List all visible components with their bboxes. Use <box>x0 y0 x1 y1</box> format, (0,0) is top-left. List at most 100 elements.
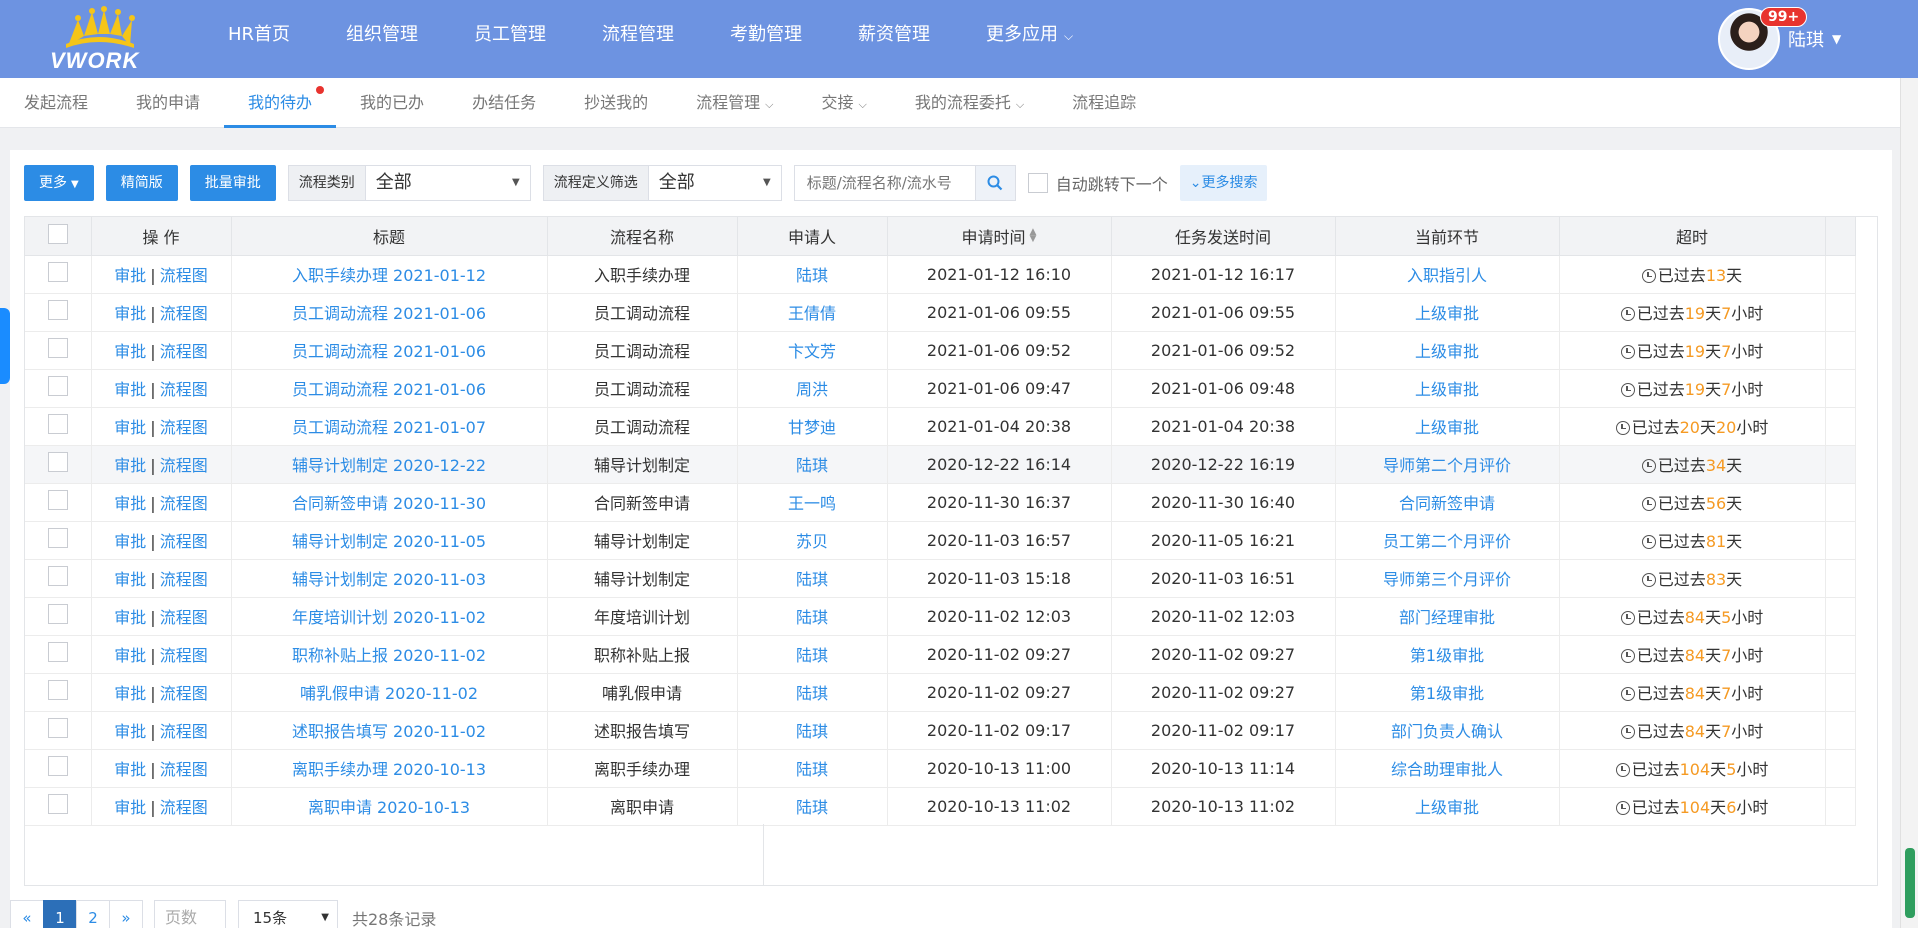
flowchart-link[interactable]: 流程图 <box>160 798 208 817</box>
title-link[interactable]: 离职手续办理 2020-10-13 <box>292 760 486 779</box>
tab-start-process[interactable]: 发起流程 <box>0 78 112 128</box>
applicant-link[interactable]: 陆琪 <box>796 646 828 665</box>
title-link[interactable]: 辅导计划制定 2020-12-22 <box>292 456 486 475</box>
approve-link[interactable]: 审批 <box>114 456 146 475</box>
caret-down-icon[interactable]: ▼ <box>1832 32 1841 46</box>
page-size-select[interactable]: 15条 ▼ <box>238 900 338 928</box>
title-link[interactable]: 辅导计划制定 2020-11-03 <box>292 570 486 589</box>
table-row[interactable]: 审批 | 流程图 离职申请 2020-10-13 离职申请 陆琪 2020-10-13 11… <box>25 787 1856 826</box>
more-button[interactable]: 更多 ▼ <box>24 165 94 201</box>
row-checkbox[interactable] <box>47 376 68 396</box>
approve-link[interactable]: 审批 <box>114 342 146 361</box>
tab-process-tracking[interactable]: 流程追踪 <box>1048 78 1160 128</box>
flowchart-link[interactable]: 流程图 <box>160 304 208 323</box>
applicant-link[interactable]: 陆琪 <box>796 608 828 627</box>
flowchart-link[interactable]: 流程图 <box>160 570 208 589</box>
node-link[interactable]: 入职指引人 <box>1407 266 1487 285</box>
applicant-link[interactable]: 陆琪 <box>796 684 828 703</box>
tab-my-todo[interactable]: 我的待办 <box>224 78 337 128</box>
simple-mode-button[interactable]: 精简版 <box>105 165 178 201</box>
col-apply-time[interactable]: 申请时间 ▲ ▼ <box>887 217 1112 256</box>
row-checkbox[interactable] <box>47 338 68 358</box>
nav-employee[interactable]: 员工管理 <box>446 0 574 78</box>
approve-link[interactable]: 审批 <box>114 760 146 779</box>
row-checkbox[interactable] <box>47 718 68 738</box>
tab-handover[interactable]: 交接 ⌵ <box>797 78 890 128</box>
flowchart-link[interactable]: 流程图 <box>160 418 208 437</box>
flowchart-link[interactable]: 流程图 <box>160 342 208 361</box>
row-checkbox[interactable] <box>47 756 68 776</box>
tab-my-done[interactable]: 我的已办 <box>336 78 448 128</box>
applicant-link[interactable]: 甘梦迪 <box>788 418 836 437</box>
flowchart-link[interactable]: 流程图 <box>160 684 208 703</box>
node-link[interactable]: 上级审批 <box>1415 304 1479 323</box>
approve-link[interactable]: 审批 <box>114 646 146 665</box>
title-link[interactable]: 员工调动流程 2021-01-06 <box>292 304 486 323</box>
sidebar-toggle-handle[interactable] <box>0 308 10 384</box>
applicant-link[interactable]: 陆琪 <box>796 722 828 741</box>
row-checkbox[interactable] <box>47 642 68 662</box>
flowchart-link[interactable]: 流程图 <box>160 494 208 513</box>
applicant-link[interactable]: 陆琪 <box>796 760 828 779</box>
title-link[interactable]: 员工调动流程 2021-01-06 <box>292 342 486 361</box>
process-def-select[interactable]: 全部 ▼ <box>649 166 781 200</box>
page-2-button[interactable]: 2 <box>76 900 110 928</box>
nav-attendance[interactable]: 考勤管理 <box>702 0 830 78</box>
approve-link[interactable]: 审批 <box>114 532 146 551</box>
table-row[interactable]: 审批 | 流程图 员工调动流程 2021-01-06 员工调动流程 王倩倩 2021-01-… <box>25 293 1856 332</box>
approve-link[interactable]: 审批 <box>114 304 146 323</box>
table-row[interactable]: 审批 | 流程图 哺乳假申请 2020-11-02 哺乳假申请 陆琪 2020-11-02 … <box>25 673 1856 712</box>
search-input[interactable] <box>794 166 975 200</box>
title-link[interactable]: 职称补贴上报 2020-11-02 <box>292 646 486 665</box>
row-checkbox[interactable] <box>47 490 68 510</box>
node-link[interactable]: 上级审批 <box>1415 380 1479 399</box>
title-link[interactable]: 入职手续办理 2021-01-12 <box>292 266 486 285</box>
node-link[interactable]: 部门负责人确认 <box>1391 722 1503 741</box>
approve-link[interactable]: 审批 <box>114 494 146 513</box>
table-row[interactable]: 审批 | 流程图 职称补贴上报 2020-11-02 职称补贴上报 陆琪 2020-11-0… <box>25 635 1856 674</box>
applicant-link[interactable]: 王一鸣 <box>788 494 836 513</box>
title-link[interactable]: 哺乳假申请 2020-11-02 <box>300 684 478 703</box>
applicant-link[interactable]: 卞文芳 <box>788 342 836 361</box>
flowchart-link[interactable]: 流程图 <box>160 456 208 475</box>
table-row[interactable]: 审批 | 流程图 辅导计划制定 2020-12-22 辅导计划制定 陆琪 2020-12-2… <box>25 445 1856 484</box>
approve-link[interactable]: 审批 <box>114 684 146 703</box>
flowchart-link[interactable]: 流程图 <box>160 266 208 285</box>
flowchart-link[interactable]: 流程图 <box>160 722 208 741</box>
tab-delegation[interactable]: 我的流程委托 ⌵ <box>891 78 1048 128</box>
sort-icon[interactable]: ▲ ▼ <box>1030 227 1037 243</box>
node-link[interactable]: 第1级审批 <box>1410 684 1484 703</box>
more-search-button[interactable]: ⌄更多搜索 <box>1179 165 1268 201</box>
approve-link[interactable]: 审批 <box>114 570 146 589</box>
table-row[interactable]: 审批 | 流程图 合同新签申请 2020-11-30 合同新签申请 王一鸣 2020-11-… <box>25 483 1856 522</box>
title-link[interactable]: 述职报告填写 2020-11-02 <box>292 722 486 741</box>
nav-process[interactable]: 流程管理 <box>574 0 702 78</box>
title-link[interactable]: 员工调动流程 2021-01-07 <box>292 418 486 437</box>
flowchart-link[interactable]: 流程图 <box>160 646 208 665</box>
applicant-link[interactable]: 周洪 <box>796 380 828 399</box>
node-link[interactable]: 第1级审批 <box>1410 646 1484 665</box>
title-link[interactable]: 员工调动流程 2021-01-06 <box>292 380 486 399</box>
row-checkbox[interactable] <box>47 680 68 700</box>
node-link[interactable]: 合同新签申请 <box>1399 494 1495 513</box>
node-link[interactable]: 导师第二个月评价 <box>1383 456 1511 475</box>
page-scrollbar[interactable] <box>1900 78 1918 928</box>
nav-salary[interactable]: 薪资管理 <box>830 0 958 78</box>
title-link[interactable]: 辅导计划制定 2020-11-05 <box>292 532 486 551</box>
auto-next-checkbox[interactable] <box>1027 173 1048 193</box>
applicant-link[interactable]: 陆琪 <box>796 266 828 285</box>
node-link[interactable]: 员工第二个月评价 <box>1383 532 1511 551</box>
title-link[interactable]: 年度培训计划 2020-11-02 <box>292 608 486 627</box>
select-all-checkbox[interactable] <box>47 223 68 244</box>
title-link[interactable]: 合同新签申请 2020-11-30 <box>292 494 486 513</box>
notification-badge[interactable]: 99+ <box>1760 7 1808 27</box>
row-checkbox[interactable] <box>47 566 68 586</box>
row-checkbox[interactable] <box>47 604 68 624</box>
approve-link[interactable]: 审批 <box>114 380 146 399</box>
page-1-button[interactable]: 1 <box>43 900 77 928</box>
table-row[interactable]: 审批 | 流程图 员工调动流程 2021-01-07 员工调动流程 甘梦迪 2021-01-… <box>25 407 1856 446</box>
row-checkbox[interactable] <box>47 452 68 472</box>
table-row[interactable]: 审批 | 流程图 年度培训计划 2020-11-02 年度培训计划 陆琪 2020-11-0… <box>25 597 1856 636</box>
approve-link[interactable]: 审批 <box>114 722 146 741</box>
node-link[interactable]: 综合助理审批人 <box>1391 760 1503 779</box>
